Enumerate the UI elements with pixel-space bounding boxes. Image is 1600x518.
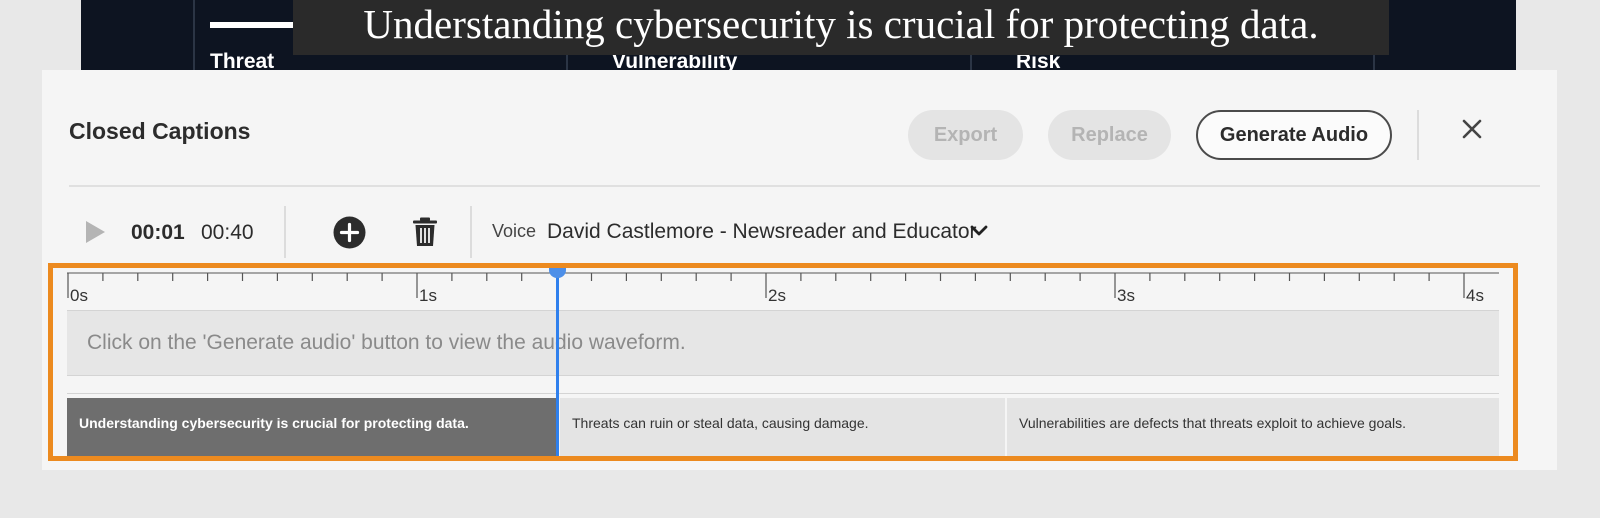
export-button[interactable]: Export xyxy=(908,110,1023,160)
header-divider xyxy=(1417,110,1419,160)
video-preview: Threat Vulnerability Risk Understanding … xyxy=(81,0,1516,70)
replace-button[interactable]: Replace xyxy=(1048,110,1171,160)
video-table-header: Threat xyxy=(210,50,275,70)
video-caption-overlay: Understanding cybersecurity is crucial f… xyxy=(293,0,1389,55)
generate-audio-button[interactable]: Generate Audio xyxy=(1196,110,1392,160)
voice-label: Voice xyxy=(492,221,537,241)
current-time: 00:01 xyxy=(131,221,185,244)
chevron-down-icon[interactable] xyxy=(970,220,988,247)
panel-title: Closed Captions xyxy=(69,118,251,144)
play-icon[interactable] xyxy=(84,220,106,249)
toolbar-divider xyxy=(470,206,472,258)
toolbar-divider xyxy=(284,206,286,258)
add-circle-icon[interactable] xyxy=(331,214,367,250)
close-icon[interactable] xyxy=(1457,114,1487,144)
voice-select[interactable]: David Castlemore - Newsreader and Educat… xyxy=(547,220,977,244)
header-separator xyxy=(69,185,1540,187)
table-divider xyxy=(193,0,195,70)
table-rule xyxy=(210,22,294,28)
trash-icon[interactable] xyxy=(407,214,443,250)
duration: 00:40 xyxy=(201,221,254,244)
highlight-frame xyxy=(48,263,1518,461)
